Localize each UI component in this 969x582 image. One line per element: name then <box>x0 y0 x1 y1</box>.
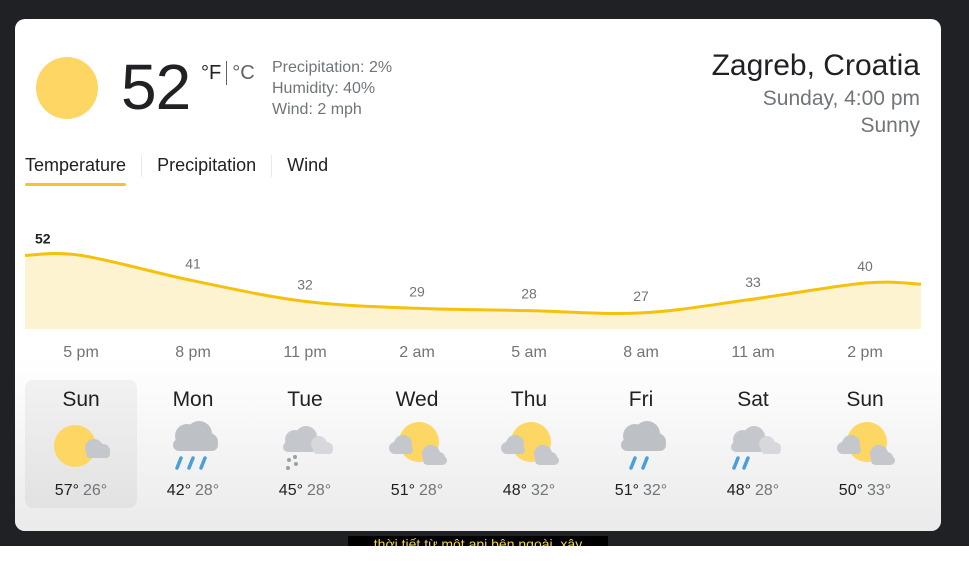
unit-celsius[interactable]: °C <box>232 62 254 85</box>
low-temp: 32° <box>531 482 556 499</box>
forecast-day[interactable]: Thu 48° 32° <box>473 380 585 508</box>
hour-label: 2 pm <box>847 344 883 361</box>
forecast-day[interactable]: Mon 42° 28° <box>137 380 249 508</box>
day-name: Tue <box>287 388 323 411</box>
daily-forecast: Sun 57° 26° Mon 42° 28° Tue 45° 28° Wed … <box>25 380 921 510</box>
forecast-day[interactable]: Tue 45° 28° <box>249 380 361 508</box>
day-name: Wed <box>395 388 439 411</box>
temperature-chart: 52 41 32 29 28 27 33 40 <box>24 230 922 329</box>
temperature-point-label: 28 <box>521 286 537 302</box>
high-temp: 57° <box>54 482 79 499</box>
high-temp: 42° <box>166 482 191 499</box>
high-temp: 50° <box>838 482 863 499</box>
day-name: Sat <box>737 388 769 411</box>
mostly-sunny-icon <box>501 422 559 465</box>
showers-icon <box>621 421 666 470</box>
high-temp: 51° <box>390 482 415 499</box>
tab-precipitation[interactable]: Precipitation <box>157 155 256 186</box>
temperature-point-label: 52 <box>35 230 51 246</box>
forecast-day[interactable]: Wed 51° 28° <box>361 380 473 508</box>
weather-card: 52 °F °C Precipitation: 2% Humidity: 40%… <box>15 19 941 531</box>
low-temp: 28° <box>307 482 332 499</box>
low-temp: 33° <box>867 482 892 499</box>
forecast-day[interactable]: Fri 51° 32° <box>585 380 697 508</box>
location-condition: Sunny <box>860 114 920 137</box>
day-name: Sun <box>62 388 100 411</box>
temperature-point-label: 33 <box>745 274 761 290</box>
day-name: Mon <box>172 388 214 411</box>
location-block: Zagreb, Croatia Sunday, 4:00 pm Sunny <box>712 47 920 139</box>
temperature-point-label: 32 <box>297 276 313 292</box>
hour-label: 5 pm <box>63 344 99 361</box>
high-temp: 48° <box>502 482 527 499</box>
chart-tabs: Temperature Precipitation Wind <box>25 154 328 186</box>
tab-divider <box>141 154 143 177</box>
low-temp: 28° <box>755 482 780 499</box>
current-temperature: 52 <box>121 51 191 123</box>
wind-text: Wind: 2 mph <box>272 101 362 118</box>
hour-label: 8 pm <box>175 344 211 361</box>
mostly-sunny-icon <box>389 422 447 465</box>
day-name: Sun <box>846 388 884 411</box>
subtitle-text: thời tiết từ một api bên ngoài, xây <box>373 536 583 546</box>
temperature-point-label: 40 <box>857 258 873 274</box>
hour-label: 8 am <box>623 344 659 361</box>
high-temp: 51° <box>614 482 639 499</box>
hour-label: 2 am <box>399 344 435 361</box>
weather-details: Precipitation: 2% Humidity: 40% Wind: 2 … <box>272 57 392 120</box>
tab-divider <box>271 154 273 177</box>
high-temp: 48° <box>726 482 751 499</box>
temperature-point-label: 27 <box>633 288 649 304</box>
page-bottom-band <box>0 546 969 582</box>
day-name: Fri <box>628 388 654 411</box>
rain-icon <box>173 421 218 470</box>
sun-icon <box>36 57 98 119</box>
tab-wind[interactable]: Wind <box>287 155 328 186</box>
scattered-showers-icon <box>731 426 781 470</box>
hour-label: 11 pm <box>283 344 327 361</box>
humidity-text: Humidity: 40% <box>272 80 376 97</box>
temperature-point-label: 29 <box>409 283 425 299</box>
forecast-day[interactable]: Sun 57° 26° <box>25 380 137 508</box>
temperature-area <box>25 253 921 329</box>
precipitation-text: Precipitation: 2% <box>272 59 393 76</box>
tab-temperature[interactable]: Temperature <box>25 155 127 186</box>
mostly-sunny-icon <box>837 422 895 465</box>
day-name: Thu <box>510 388 548 411</box>
hour-label: 11 am <box>731 344 775 361</box>
forecast-day[interactable]: Sun 50° 33° <box>809 380 921 508</box>
unit-divider <box>226 61 228 85</box>
snow-showers-icon <box>283 426 333 470</box>
unit-switcher: °F °C <box>201 61 255 85</box>
partly-sunny-icon <box>54 425 110 467</box>
low-temp: 28° <box>419 482 444 499</box>
location-name: Zagreb, Croatia <box>711 49 920 82</box>
low-temp: 32° <box>643 482 668 499</box>
low-temp: 26° <box>83 482 108 499</box>
high-temp: 45° <box>278 482 303 499</box>
location-time: Sunday, 4:00 pm <box>762 87 920 110</box>
forecast-day[interactable]: Sat 48° 28° <box>697 380 809 508</box>
low-temp: 28° <box>195 482 220 499</box>
unit-fahrenheit[interactable]: °F <box>201 62 221 85</box>
hour-label: 5 am <box>511 344 547 361</box>
temperature-point-label: 41 <box>185 256 201 272</box>
hour-axis: 5 pm 8 pm 11 pm 2 am 5 am 8 am 11 am 2 p… <box>25 344 921 368</box>
video-subtitle: thời tiết từ một api bên ngoài, xây <box>348 536 608 546</box>
